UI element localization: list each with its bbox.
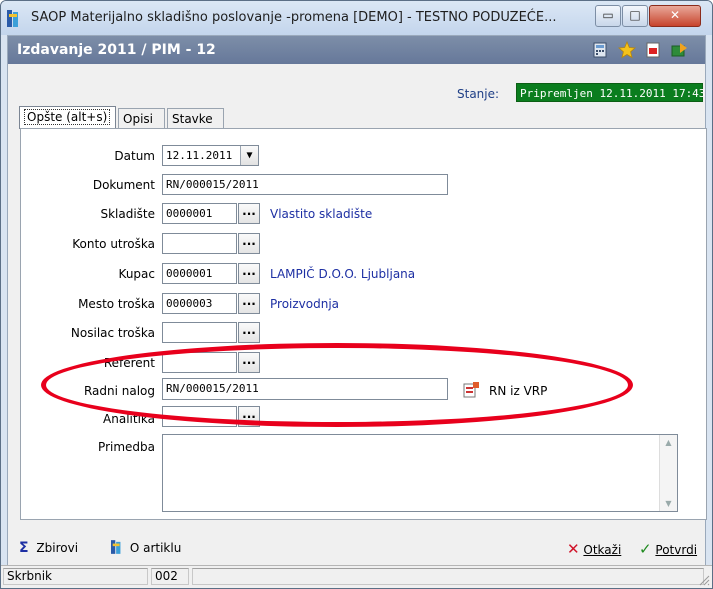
mesto-field[interactable]: 0000003 [162,293,237,314]
tab-label: Opisi [123,112,153,126]
primedba-scrollbar[interactable]: ▲ ▼ [659,435,677,511]
analitika-field[interactable] [162,406,237,427]
scroll-up-icon[interactable]: ▲ [660,438,677,447]
window-title: SAOP Materijalno skladišno poslovanje -p… [31,10,557,25]
rn-iz-vrp-link[interactable]: RN iz VRP [489,384,547,398]
app-window: SAOP Materijalno skladišno poslovanje -p… [0,0,713,589]
otkazi-button[interactable]: ✕ Otkaži [567,540,621,558]
primedba-label: Primedba [98,440,155,454]
konto-lookup-button[interactable]: ... [238,233,260,254]
referent-label: Referent [103,356,155,370]
primedba-textarea[interactable]: ▲ ▼ [162,434,678,512]
document-title: Izdavanje 2011 / PIM - 12 [17,42,216,58]
favorite-star-icon[interactable] [618,41,636,59]
skladiste-lookup-button[interactable]: ... [238,203,260,224]
calculator-icon[interactable] [591,41,609,59]
skladiste-field[interactable]: 0000001 [162,203,237,224]
otkazi-label: Otkaži [583,543,622,557]
radni-nalog-label: Radni nalog [83,384,155,398]
analitika-label: Analitika [103,412,155,426]
dokument-label: Dokument [92,178,155,192]
sigma-icon: Σ [19,540,29,556]
kupac-field[interactable]: 0000001 [162,263,237,284]
cancel-x-icon: ✕ [567,540,580,558]
resize-grip-icon[interactable] [698,574,710,586]
tab-opisi[interactable]: Opisi [118,108,165,129]
skladiste-link[interactable]: Vlastito skladište [270,207,372,221]
check-icon: ✓ [639,540,652,558]
tab-opste[interactable]: Opšte (alt+s) [19,106,116,129]
kupac-lookup-button[interactable]: ... [238,263,260,284]
analitika-lookup-button[interactable]: ... [238,406,260,427]
nosilac-field[interactable] [162,322,237,343]
datum-label: Datum [114,149,155,163]
chevron-down-icon[interactable]: ▼ [240,146,258,165]
tab-stavke[interactable]: Stavke [167,108,224,129]
referent-field[interactable] [162,352,237,373]
minimize-button[interactable]: ▭ [595,5,621,27]
o-artiklu-button[interactable]: O artiklu [111,540,181,555]
status-value: Pripremljen 12.11.2011 17:43 [516,83,705,102]
o-artiklu-label: O artiklu [129,541,182,555]
nosilac-label: Nosilac troška [70,326,155,340]
rn-iz-vrp-label: RN iz VRP [489,384,548,398]
radni-nalog-field[interactable]: RN/000015/2011 [162,378,448,400]
title-bar[interactable]: SAOP Materijalno skladišno poslovanje -p… [1,1,712,35]
dokument-field[interactable]: RN/000015/2011 [162,174,448,195]
status-label: Stanje: [457,87,500,101]
datum-value: 12.11.2011 [166,149,233,162]
kupac-link[interactable]: LAMPIČ D.O.O. Ljubljana [270,267,415,281]
mesto-link[interactable]: Proizvodnja [270,297,339,311]
app-icon [7,10,18,27]
mesto-label: Mesto troška [78,297,155,311]
close-button[interactable]: ✕ [649,5,701,27]
document-header: Izdavanje 2011 / PIM - 12 [8,36,705,64]
status-empty [192,568,704,585]
status-code: 002 [151,568,189,585]
tab-label: Stavke [172,112,213,126]
konto-field[interactable] [162,233,237,254]
maximize-button[interactable]: □ [622,5,648,27]
tab-label: Opšte (alt+s) [24,109,111,125]
potvrdi-label: Potvrdi [655,543,698,557]
mesto-lookup-button[interactable]: ... [238,293,260,314]
book-export-icon[interactable] [670,41,688,59]
nosilac-lookup-button[interactable]: ... [238,322,260,343]
datum-field[interactable]: 12.11.2011 ▼ [162,145,259,166]
scroll-down-icon[interactable]: ▼ [660,499,677,508]
minimize-icon: ▭ [602,8,614,22]
status-bar: Skrbnik 002 [1,565,712,588]
pdf-document-icon[interactable] [644,41,662,59]
referent-lookup-button[interactable]: ... [238,352,260,373]
potvrdi-button[interactable]: ✓ Potvrdi [639,540,697,558]
action-bar: Σ Zbirovi O artiklu ✕ Otkaži ✓ Potvrdi [1,529,712,565]
skladiste-label: Skladište [100,207,155,221]
close-icon: ✕ [669,8,681,22]
status-user: Skrbnik [3,568,148,585]
report-icon[interactable] [462,382,480,398]
zbirovi-button[interactable]: Σ Zbirovi [19,540,78,556]
konto-label: Konto utroška [72,237,155,251]
article-info-icon [111,540,121,554]
kupac-label: Kupac [118,267,155,281]
maximize-icon: □ [629,8,641,22]
zbirovi-label: Zbirovi [36,541,79,555]
